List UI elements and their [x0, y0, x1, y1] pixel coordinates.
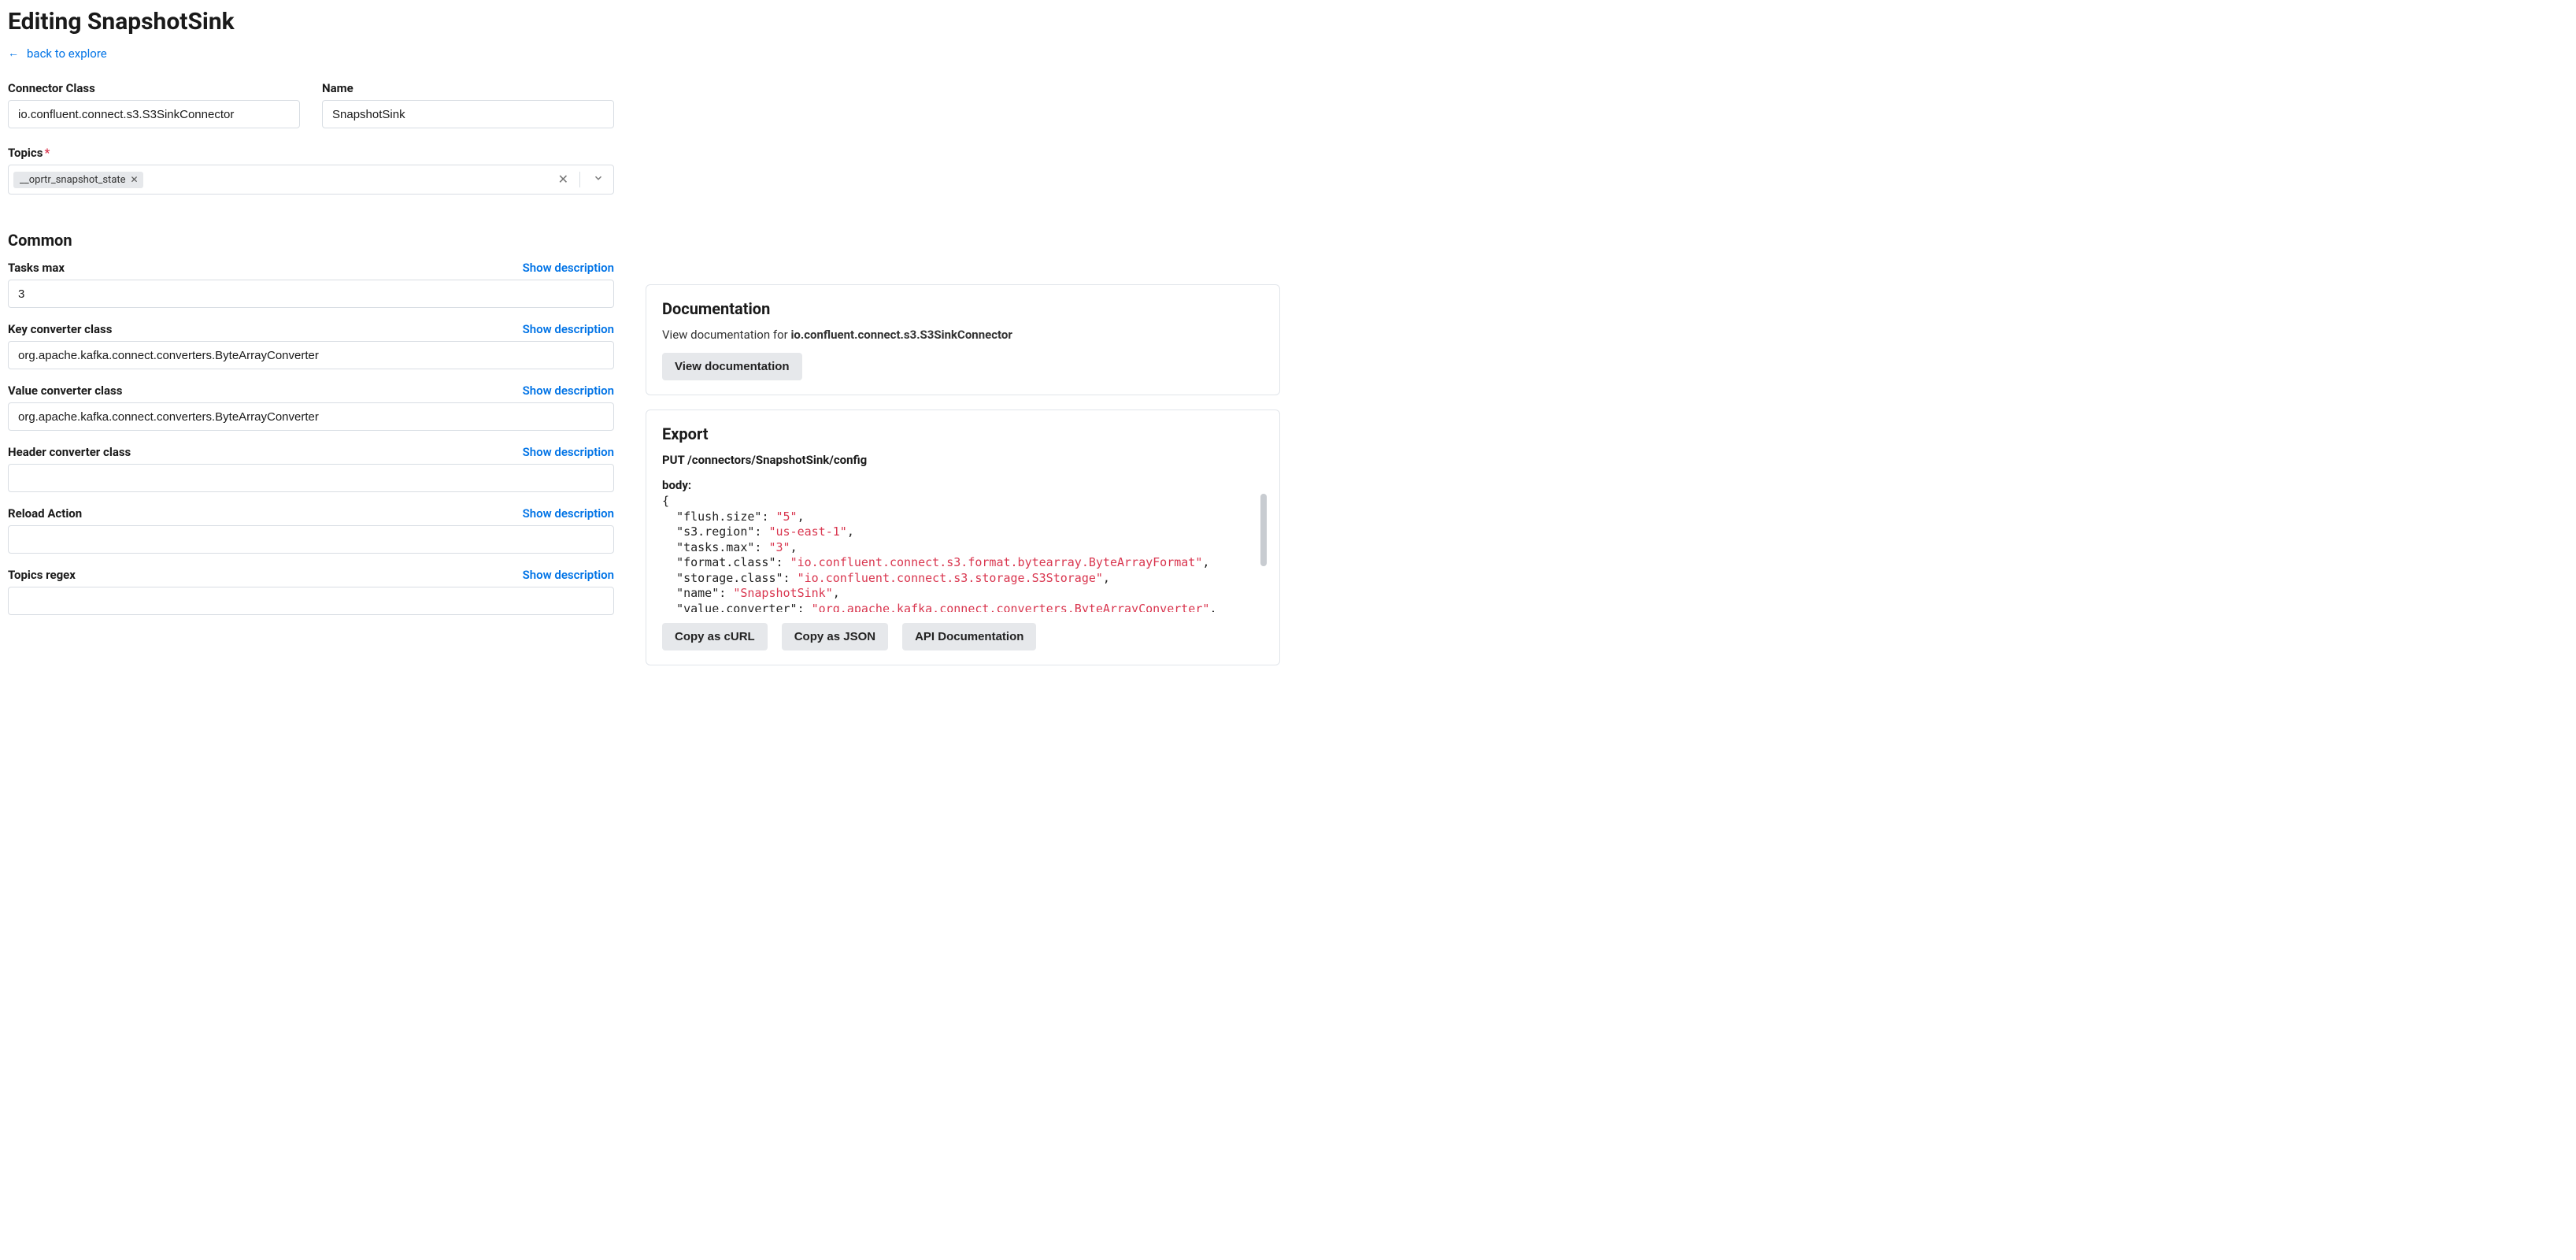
common-field: Reload Action Show description [8, 506, 614, 554]
field-label: Topics regex [8, 568, 76, 582]
field-input[interactable] [8, 280, 614, 308]
documentation-title: Documentation [662, 299, 1264, 318]
export-body-code: { "flush.size": "5", "s3.region": "us-ea… [662, 494, 1264, 612]
common-field: Topics regex Show description [8, 568, 614, 615]
export-method-line: PUT /connectors/SnapshotSink/config [662, 453, 1264, 467]
chevron-down-icon[interactable] [588, 172, 609, 187]
topics-field: Topics* __oprtr_snapshot_state ✕ ✕ [8, 146, 614, 195]
field-input[interactable] [8, 341, 614, 369]
name-field: Name [322, 81, 614, 128]
documentation-text: View documentation for io.confluent.conn… [662, 328, 1264, 342]
topics-multiselect[interactable]: __oprtr_snapshot_state ✕ ✕ [8, 165, 614, 195]
field-label: Header converter class [8, 445, 131, 459]
separator [579, 172, 580, 187]
connector-class-field: Connector Class [8, 81, 300, 128]
topic-tag-label: __oprtr_snapshot_state [20, 174, 126, 186]
view-documentation-button[interactable]: View documentation [662, 353, 802, 380]
topic-tag: __oprtr_snapshot_state ✕ [13, 172, 143, 188]
common-field: Tasks max Show description [8, 261, 614, 308]
connector-class-input[interactable] [8, 100, 300, 128]
show-description-link[interactable]: Show description [523, 322, 614, 336]
field-label: Tasks max [8, 261, 65, 275]
required-asterisk: * [44, 146, 50, 160]
common-field: Header converter class Show description [8, 445, 614, 492]
export-panel: Export PUT /connectors/SnapshotSink/conf… [646, 410, 1280, 665]
back-link-label: back to explore [27, 46, 107, 61]
remove-tag-icon[interactable]: ✕ [131, 175, 139, 184]
show-description-link[interactable]: Show description [523, 384, 614, 398]
field-input[interactable] [8, 525, 614, 554]
show-description-link[interactable]: Show description [523, 261, 614, 275]
common-field: Value converter class Show description [8, 384, 614, 431]
common-field: Key converter class Show description [8, 322, 614, 369]
show-description-link[interactable]: Show description [523, 445, 614, 459]
export-title: Export [662, 424, 1264, 443]
export-body-label: body: [662, 478, 1264, 492]
field-label: Key converter class [8, 322, 112, 336]
common-section-title: Common [8, 231, 614, 250]
api-documentation-button[interactable]: API Documentation [902, 623, 1036, 650]
field-label: Reload Action [8, 506, 82, 521]
field-input[interactable] [8, 464, 614, 492]
copy-as-json-button[interactable]: Copy as JSON [782, 623, 888, 650]
connector-class-label: Connector Class [8, 81, 95, 95]
copy-as-curl-button[interactable]: Copy as cURL [662, 623, 768, 650]
clear-all-icon[interactable]: ✕ [555, 173, 572, 186]
topics-label: Topics* [8, 146, 50, 160]
page-title: Editing SnapshotSink [8, 8, 1280, 35]
arrow-left-icon: ← [8, 48, 19, 59]
documentation-panel: Documentation View documentation for io.… [646, 284, 1280, 395]
name-label: Name [322, 81, 353, 95]
scrollbar[interactable] [1260, 494, 1267, 566]
field-label: Value converter class [8, 384, 122, 398]
back-to-explore-link[interactable]: ← back to explore [8, 46, 107, 61]
show-description-link[interactable]: Show description [523, 568, 614, 582]
field-input[interactable] [8, 587, 614, 615]
field-input[interactable] [8, 402, 614, 431]
show-description-link[interactable]: Show description [523, 506, 614, 521]
name-input[interactable] [322, 100, 614, 128]
